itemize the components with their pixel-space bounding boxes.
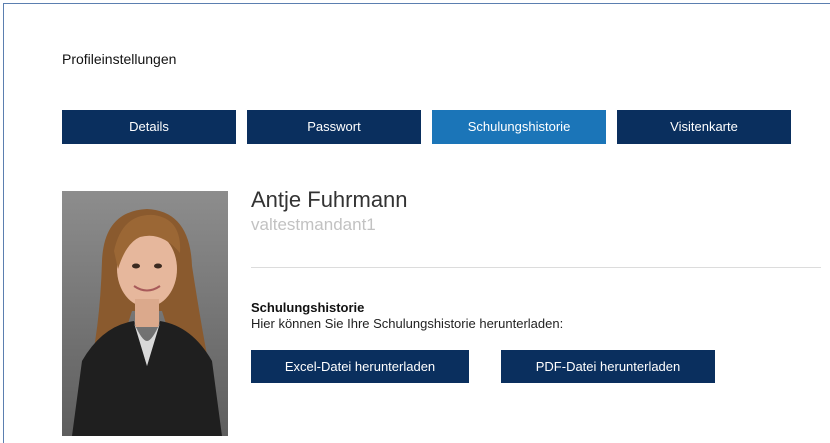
section-divider [251, 267, 821, 268]
profile-tenant: valtestmandant1 [251, 215, 376, 234]
profile-name: Antje Fuhrmann [251, 187, 408, 212]
avatar [62, 191, 228, 436]
excel-download-button[interactable]: Excel-Datei herunterladen [251, 350, 469, 383]
training-history-heading: Schulungshistorie [251, 300, 365, 315]
pdf-download-button[interactable]: PDF-Datei herunterladen [501, 350, 715, 383]
tab-schulungshistorie[interactable]: Schulungshistorie [432, 110, 606, 144]
training-history-description: Hier können Sie Ihre Schulungshistorie h… [251, 316, 564, 331]
tab-details[interactable]: Details [62, 110, 236, 144]
page-title: Profileinstellungen [62, 51, 177, 67]
tab-visitenkarte[interactable]: Visitenkarte [617, 110, 791, 144]
profile-photo-icon [62, 191, 228, 436]
tab-passwort[interactable]: Passwort [247, 110, 421, 144]
